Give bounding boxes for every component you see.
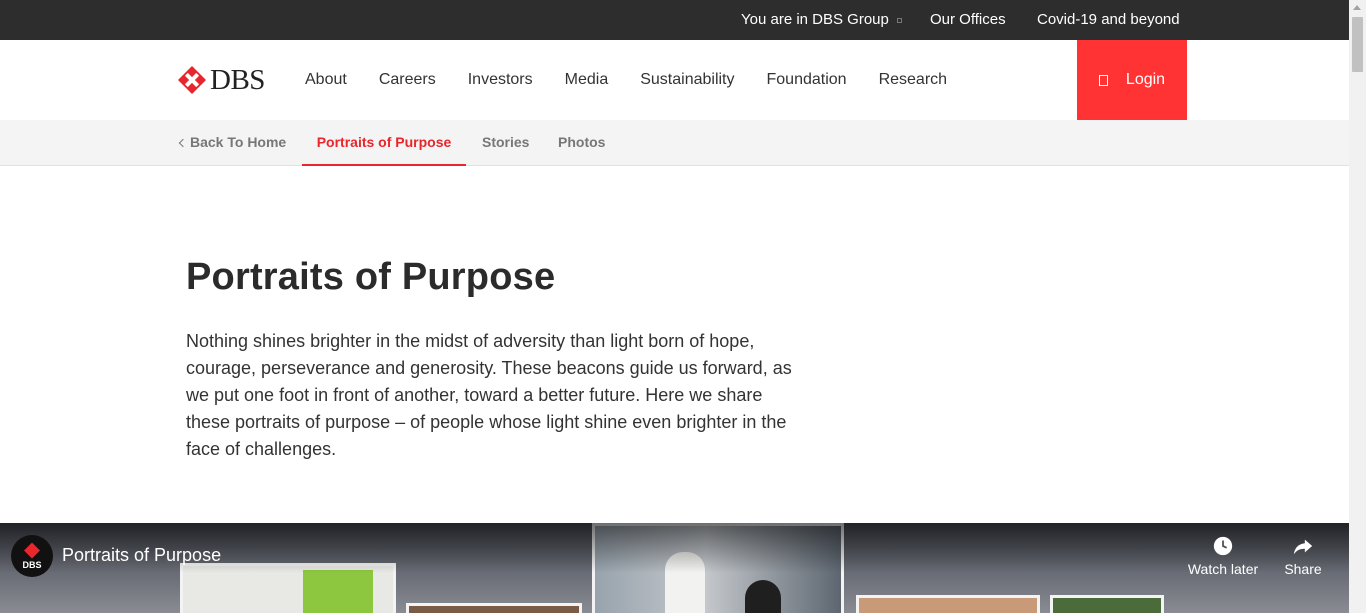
nav-links: About Careers Investors Media Sustainabi… xyxy=(305,40,979,120)
scroll-up-arrow-icon[interactable] xyxy=(1353,5,1361,10)
video-thumbnail-collage-2 xyxy=(406,603,582,613)
share-arrow-icon xyxy=(1293,539,1313,555)
dbs-logo-text: DBS xyxy=(210,63,265,96)
chevron-left-icon xyxy=(178,138,188,148)
tab-portraits-of-purpose[interactable]: Portraits of Purpose xyxy=(302,120,466,166)
tab-stories[interactable]: Stories xyxy=(482,120,529,166)
back-to-home-link[interactable]: Back To Home xyxy=(178,120,287,166)
clock-icon xyxy=(1213,536,1233,556)
watch-later-button[interactable]: Watch later xyxy=(1183,535,1263,577)
video-thumbnail-collage-5 xyxy=(1050,595,1164,613)
dbs-logo-mark-icon xyxy=(178,66,206,94)
video-player[interactable]: DBS Portraits of Purpose Watch later Sha… xyxy=(0,523,1349,613)
login-button[interactable]: Login xyxy=(1077,40,1187,120)
video-title[interactable]: Portraits of Purpose xyxy=(62,545,221,566)
scrollbar[interactable] xyxy=(1349,0,1366,613)
dbs-group-label: You are in DBS Group xyxy=(741,11,889,28)
person-figure xyxy=(745,580,781,613)
channel-avatar[interactable]: DBS xyxy=(11,535,53,577)
external-link-icon xyxy=(896,17,902,23)
intro-paragraph: Nothing shines brighter in the midst of … xyxy=(186,331,792,459)
nav-item-media[interactable]: Media xyxy=(565,71,609,89)
scrollbar-thumb[interactable] xyxy=(1352,17,1363,72)
sub-nav: Back To Home Portraits of Purpose Storie… xyxy=(0,120,1349,166)
lock-icon xyxy=(1098,74,1108,86)
back-to-home-label: Back To Home xyxy=(190,134,287,150)
login-label: Login xyxy=(1125,71,1166,88)
dbs-logo[interactable]: DBS xyxy=(178,63,265,96)
tab-photos[interactable]: Photos xyxy=(558,120,605,166)
main-nav: DBS About Careers Investors Media Sustai… xyxy=(0,40,1349,120)
share-button[interactable]: Share xyxy=(1263,535,1343,577)
nav-item-about[interactable]: About xyxy=(305,71,347,89)
dbs-logo-mark-icon xyxy=(24,542,40,559)
nav-item-careers[interactable]: Careers xyxy=(379,71,436,89)
foodbank-sign xyxy=(303,570,373,613)
dbs-group-link[interactable]: You are in DBS Group xyxy=(741,0,902,40)
nav-item-sustainability[interactable]: Sustainability xyxy=(640,71,734,89)
page-title: Portraits of Purpose xyxy=(186,256,556,298)
nav-item-foundation[interactable]: Foundation xyxy=(767,71,847,89)
video-thumbnail-collage-4 xyxy=(856,595,1040,613)
top-utility-bar: You are in DBS Group Our Offices Covid-1… xyxy=(0,0,1349,40)
channel-avatar-text: DBS xyxy=(22,559,42,570)
watch-later-label: Watch later xyxy=(1187,561,1259,577)
nav-item-research[interactable]: Research xyxy=(879,71,947,89)
covid-link[interactable]: Covid-19 and beyond xyxy=(1037,0,1180,40)
our-offices-link[interactable]: Our Offices xyxy=(930,0,1006,40)
share-label: Share xyxy=(1284,561,1322,577)
page: You are in DBS Group Our Offices Covid-1… xyxy=(0,0,1366,613)
nav-item-investors[interactable]: Investors xyxy=(468,71,533,89)
